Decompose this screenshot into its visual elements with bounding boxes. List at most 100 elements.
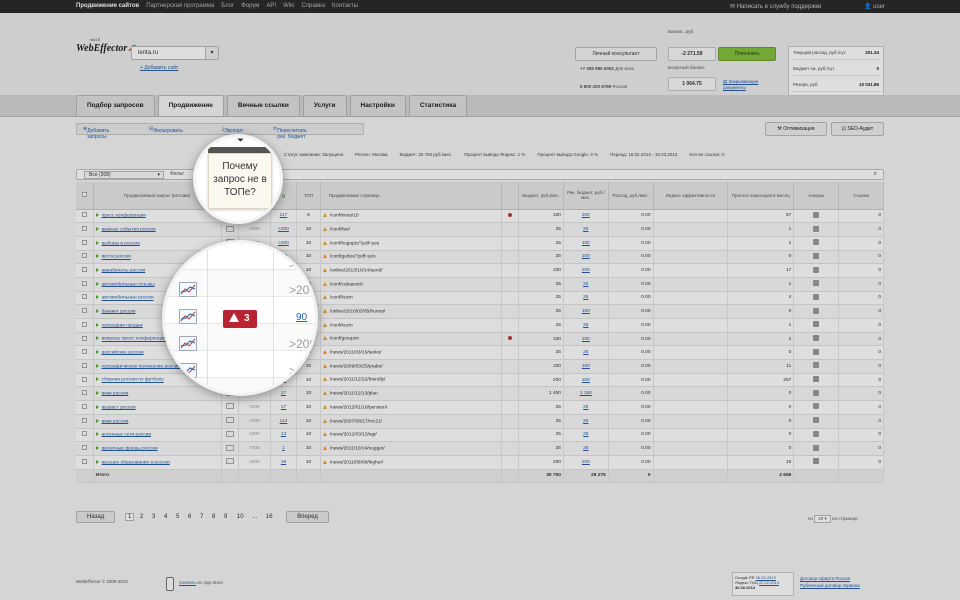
warning-icon[interactable] (322, 322, 327, 327)
row-checkbox[interactable] (81, 212, 87, 218)
zoom-position-link[interactable]: 90 (296, 312, 307, 323)
rec-budget-value[interactable]: 25 (563, 277, 609, 292)
row-checkbox[interactable] (81, 294, 87, 300)
page-link[interactable]: 9 (221, 514, 230, 520)
row-select-cell[interactable] (76, 291, 94, 306)
row-select-cell[interactable] (76, 441, 94, 456)
next-page-button[interactable]: Вперед (286, 511, 329, 523)
row-select-cell[interactable] (76, 400, 94, 415)
query-link[interactable]: пресс конференция (102, 213, 146, 218)
row-checkbox[interactable] (81, 280, 87, 286)
rec-budget-value[interactable]: 25 (563, 428, 609, 443)
row-select-cell[interactable] (76, 236, 94, 251)
query-group-select[interactable]: Все (308) ▾ (84, 171, 164, 179)
row-checkbox[interactable] (81, 349, 87, 355)
rec-budget-value[interactable]: 200 (563, 209, 609, 224)
nav-link-api[interactable]: API (266, 3, 276, 9)
tab-eternal-links[interactable]: Вечные ссылки (226, 95, 300, 116)
export-button[interactable]: ⤓ Экспорт (222, 126, 243, 134)
seo-audit-button[interactable]: ⊡ SEO-Аудит (831, 122, 884, 136)
play-icon[interactable] (95, 295, 99, 300)
position-chart-icon[interactable] (179, 336, 197, 351)
per-page-select[interactable]: 20 ▾ (814, 515, 831, 523)
rec-budget-value[interactable]: 200 (563, 455, 609, 470)
add-site-link[interactable]: + Добавить сайт (140, 65, 178, 71)
warning-icon[interactable] (322, 404, 327, 409)
download-icon[interactable] (813, 376, 820, 383)
row-select-cell[interactable] (76, 318, 94, 333)
select-all-header[interactable] (76, 182, 94, 210)
google-position[interactable]: 19 (270, 455, 298, 470)
row-checkbox[interactable] (81, 308, 87, 314)
query-link[interactable]: высшее образование в россии (102, 460, 170, 465)
play-icon[interactable] (95, 377, 99, 382)
query-link[interactable]: выборы в россии (102, 241, 140, 246)
nav-link-wiki[interactable]: Wiki (283, 3, 294, 9)
position-chart-icon[interactable] (225, 430, 234, 437)
nav-link-contacts[interactable]: Контакты (332, 3, 358, 9)
row-checkbox[interactable] (81, 390, 87, 396)
play-icon[interactable] (95, 459, 99, 464)
position-chart-icon[interactable] (225, 417, 234, 424)
tab-query-selection[interactable]: Подбор запросов (76, 95, 155, 116)
tab-services[interactable]: Услуги (302, 95, 347, 116)
download-icon[interactable] (813, 362, 820, 369)
play-icon[interactable] (95, 267, 99, 272)
download-icon[interactable] (813, 335, 820, 342)
position-chart-icon[interactable] (225, 403, 234, 410)
page-header[interactable]: Продвигаемая страница (320, 182, 503, 210)
download-icon[interactable] (813, 239, 820, 246)
row-select-cell[interactable] (76, 209, 94, 224)
google-position[interactable]: 17 (270, 400, 298, 415)
page-link[interactable]: 4 (161, 514, 170, 520)
query-link[interactable]: автомобильные россия (102, 296, 154, 301)
google-position[interactable]: 114 (270, 414, 298, 429)
page-link[interactable]: 2 (137, 514, 146, 520)
download-icon[interactable] (813, 417, 820, 424)
query-link[interactable]: важные события россии (102, 227, 156, 232)
tab-promotion[interactable]: Продвижение (157, 95, 224, 117)
rec-budget-value[interactable]: 25 (563, 222, 609, 237)
query-link[interactable]: география продаж (102, 323, 143, 328)
prev-page-button[interactable]: Назад (76, 511, 116, 523)
rec-budget-value[interactable]: 200 (563, 263, 609, 278)
offer-ukraine-link[interactable]: Публичный договор Украина (800, 582, 860, 589)
query-link[interactable]: российские россия (102, 350, 144, 355)
play-icon[interactable] (95, 226, 99, 231)
rec-budget-value[interactable]: 25 (563, 291, 609, 306)
download-icon[interactable] (813, 348, 820, 355)
rec-budget-value[interactable]: 25 (563, 400, 609, 415)
play-icon[interactable] (95, 240, 99, 245)
seo-badge[interactable]: Google PR 26.02.2013 Яндекс ТИЦ 22.02.20… (732, 572, 794, 596)
row-select-cell[interactable] (76, 455, 94, 470)
query-link[interactable]: сборная россии по футболу (102, 378, 164, 383)
offer-russia-link[interactable]: Договор-оферта Россия (800, 575, 860, 582)
download-icon[interactable] (813, 252, 820, 259)
page-link[interactable]: 16 (262, 514, 276, 520)
position-chart-icon[interactable] (225, 225, 234, 232)
site-select[interactable]: lenta.ru ▾ (131, 46, 219, 60)
row-checkbox[interactable] (81, 335, 87, 341)
row-checkbox[interactable] (81, 226, 87, 232)
row-select-cell[interactable] (76, 263, 94, 278)
budget-header[interactable]: Бюджет, руб./мес. (518, 182, 564, 210)
chevron-down-icon[interactable]: ▾ (205, 47, 218, 59)
rec-budget-value[interactable]: 1 150 (563, 386, 609, 402)
query-link[interactable]: вики россия (102, 419, 129, 424)
query-link[interactable]: валютные фонды россии (102, 446, 158, 451)
rec-budget-value[interactable]: 25 (563, 441, 609, 456)
row-select-cell[interactable] (76, 428, 94, 443)
download-icon[interactable] (813, 389, 820, 396)
warning-icon[interactable] (322, 363, 327, 368)
query-link[interactable]: возраст россии (102, 405, 136, 410)
search-icon[interactable]: ⌕ (874, 171, 877, 178)
rec-budget-value[interactable]: 100 (563, 359, 609, 374)
download-icon[interactable] (813, 280, 820, 287)
query-link[interactable]: вопросы пресс конференции (102, 337, 167, 342)
page-link[interactable]: 10 (233, 514, 247, 520)
support-link[interactable]: ✉ Написать в службу поддержки (730, 3, 821, 10)
warning-icon[interactable] (322, 254, 327, 259)
filter-input[interactable]: Фильт (170, 171, 190, 179)
download-icon[interactable] (813, 225, 820, 232)
position-chart-icon[interactable] (179, 309, 197, 324)
